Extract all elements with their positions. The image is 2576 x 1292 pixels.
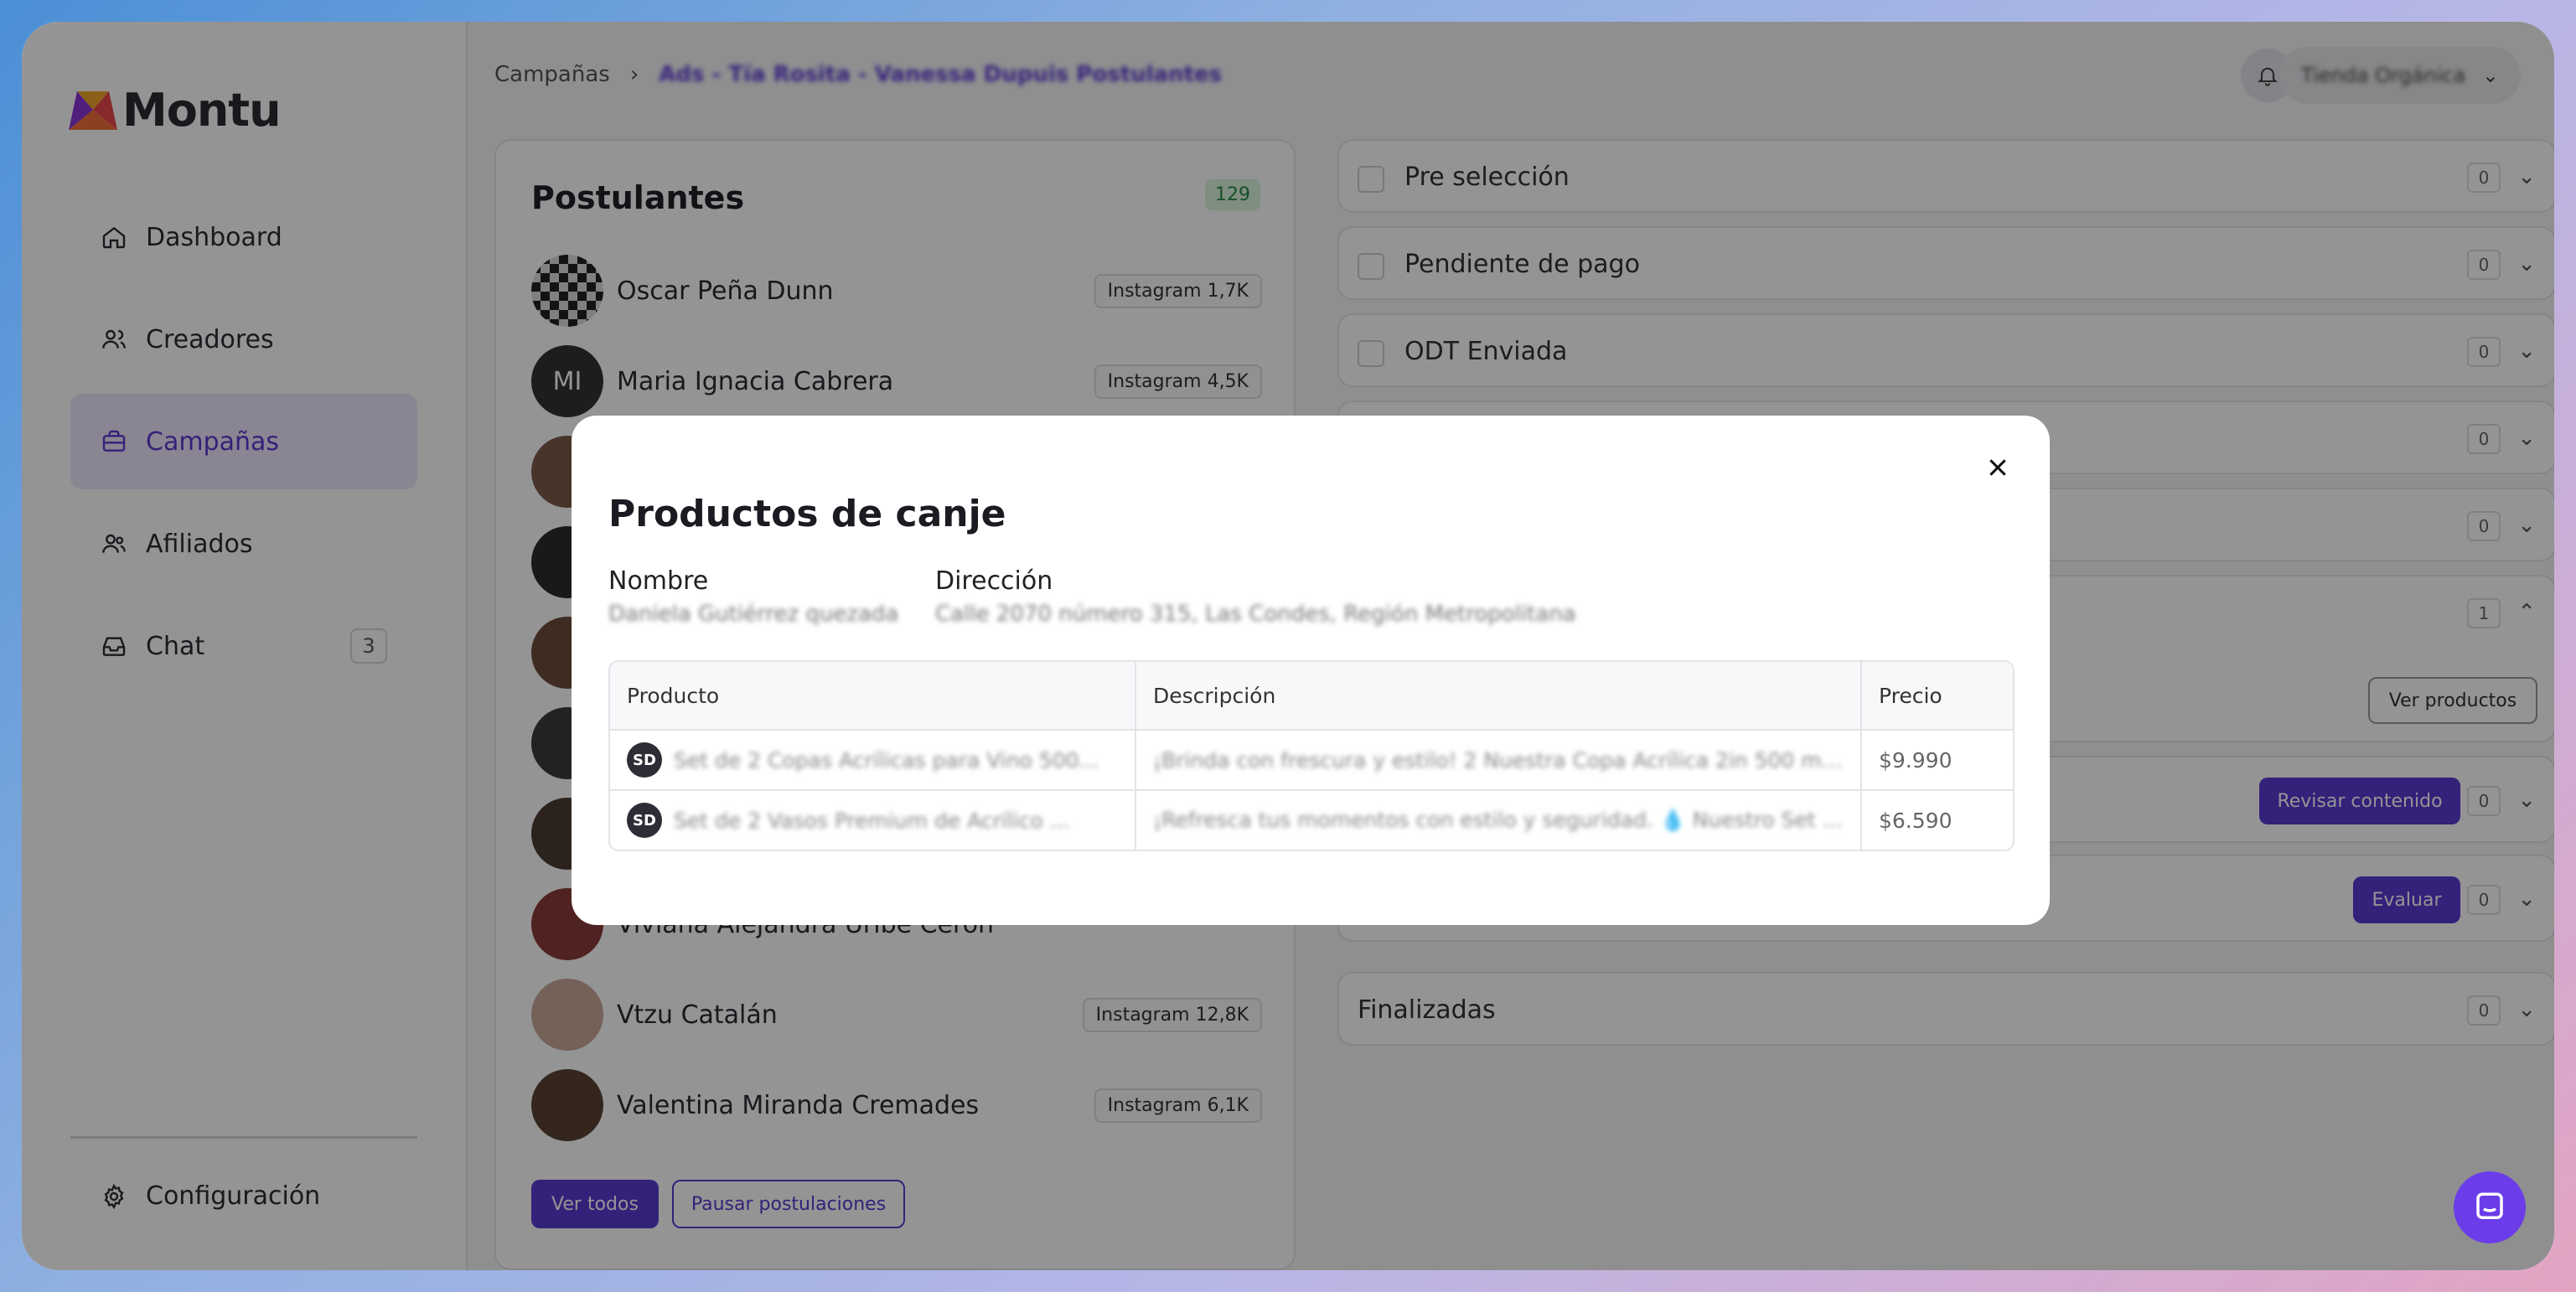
store-avatar: SD (627, 803, 662, 838)
direccion-label: Dirección (935, 566, 1053, 596)
product-name: Set de 2 Vasos Premium de Acrílico ... (674, 808, 1070, 833)
product-cell: SD Set de 2 Copas Acrílicas para Vino 50… (610, 731, 1136, 789)
product-name: Set de 2 Copas Acrílicas para Vino 500..… (674, 747, 1099, 773)
column-header-precio: Precio (1879, 683, 1942, 708)
description-cell: ¡Brinda con frescura y estilo! 2 Nuestra… (1136, 731, 1862, 789)
product-cell: SD Set de 2 Vasos Premium de Acrílico ..… (610, 791, 1136, 850)
product-description: ¡Refresca tus momentos con estilo y segu… (1153, 808, 1844, 832)
table-row: SD Set de 2 Copas Acrílicas para Vino 50… (610, 729, 2013, 789)
modal-title: Productos de canje (608, 493, 1006, 535)
column-header-producto: Producto (610, 662, 1136, 729)
close-button[interactable] (1981, 451, 2015, 484)
table-row: SD Set de 2 Vasos Premium de Acrílico ..… (610, 789, 2013, 850)
product-price: $9.990 (1879, 747, 1953, 773)
column-header-descripcion: Descripción (1136, 662, 1862, 729)
nombre-value: Daniela Gutiérrez quezada (608, 602, 899, 627)
products-table: Producto Descripción Precio SD Set de 2 … (608, 660, 2015, 851)
productos-modal: Productos de canje Nombre Daniela Gutiér… (572, 416, 2050, 925)
chat-bubble-icon (2476, 1192, 2503, 1219)
direccion-value: Calle 2070 número 315, Las Condes, Regió… (935, 602, 1576, 627)
close-icon (1989, 459, 2006, 476)
table-header: Producto Descripción Precio (610, 662, 2013, 729)
support-chat-button[interactable] (2454, 1171, 2526, 1243)
app-window: Montu Dashboard Creadores Campañas Afili… (22, 22, 2554, 1270)
product-description: ¡Brinda con frescura y estilo! 2 Nuestra… (1153, 747, 1844, 773)
description-cell: ¡Refresca tus momentos con estilo y segu… (1136, 791, 1862, 850)
nombre-label: Nombre (608, 566, 709, 596)
store-avatar: SD (627, 742, 662, 778)
product-price: $6.590 (1879, 808, 1953, 833)
